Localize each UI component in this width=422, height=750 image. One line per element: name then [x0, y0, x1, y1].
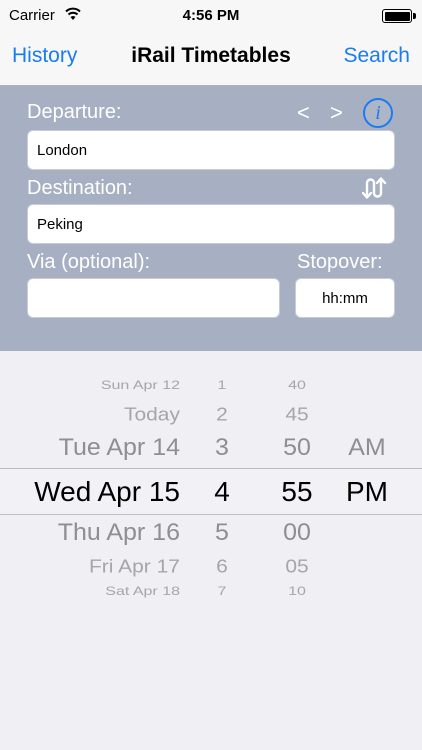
swap-stations-icon[interactable] [362, 177, 390, 199]
picker-hour-option[interactable]: 5 [182, 518, 262, 546]
stopover-label: Stopover: [297, 251, 383, 273]
date-time-picker[interactable]: Sat Apr 11Sun Apr 12TodayTue Apr 14Wed A… [0, 351, 422, 606]
navigation-bar: History iRail Timetables Search [0, 32, 422, 86]
picker-date-option[interactable]: Sun Apr 12 [101, 380, 180, 393]
destination-value: Peking [37, 215, 83, 233]
departure-value: London [37, 141, 88, 159]
picker-hour-option[interactable]: 4 [182, 476, 262, 508]
destination-label: Destination: [27, 177, 133, 199]
stopover-value: hh:mm [322, 289, 368, 307]
picker-minute-option[interactable]: 05 [257, 556, 337, 577]
picker-minute-option[interactable]: 00 [257, 518, 337, 546]
history-button[interactable]: History [12, 44, 77, 68]
picker-ampm-option[interactable]: AM [327, 433, 407, 461]
info-icon[interactable]: i [363, 98, 393, 128]
picker-minute-option[interactable]: 40 [257, 380, 337, 393]
departure-field[interactable]: London [27, 130, 395, 170]
picker-hour-option[interactable]: 1 [182, 380, 262, 393]
stopover-field[interactable]: hh:mm [295, 278, 395, 318]
picker-minute-option[interactable]: 50 [257, 433, 337, 461]
via-field[interactable] [27, 278, 280, 318]
departure-label: Departure: [27, 101, 122, 123]
previous-arrow-button[interactable]: < [297, 100, 310, 126]
picker-hour-option[interactable]: 7 [182, 586, 262, 599]
next-arrow-button[interactable]: > [330, 100, 343, 126]
picker-minute-option[interactable]: 45 [257, 404, 337, 425]
picker-hour-option[interactable]: 3 [182, 433, 262, 461]
picker-date-option[interactable]: Fri Apr 17 [89, 556, 180, 577]
picker-hour-option[interactable]: 2 [182, 404, 262, 425]
battery-icon [382, 9, 416, 23]
picker-date-option[interactable]: Sat Apr 18 [105, 586, 180, 599]
picker-minute-option[interactable]: 10 [257, 586, 337, 599]
search-form: Departure: < > i London Destination: Pek… [0, 86, 422, 351]
destination-field[interactable]: Peking [27, 204, 395, 244]
picker-hour-option[interactable]: 6 [182, 556, 262, 577]
search-button[interactable]: Search [343, 44, 410, 68]
via-label: Via (optional): [27, 251, 151, 273]
picker-date-option[interactable]: Today [124, 404, 180, 425]
status-bar: Carrier 4:56 PM [0, 0, 422, 32]
picker-date-option[interactable]: Tue Apr 14 [59, 433, 180, 461]
status-time: 4:56 PM [182, 7, 240, 24]
picker-date-option[interactable]: Thu Apr 16 [58, 518, 180, 546]
picker-date-option[interactable]: Wed Apr 15 [34, 476, 180, 508]
picker-minute-option[interactable]: 55 [257, 476, 337, 508]
picker-ampm-option[interactable]: PM [327, 476, 407, 508]
